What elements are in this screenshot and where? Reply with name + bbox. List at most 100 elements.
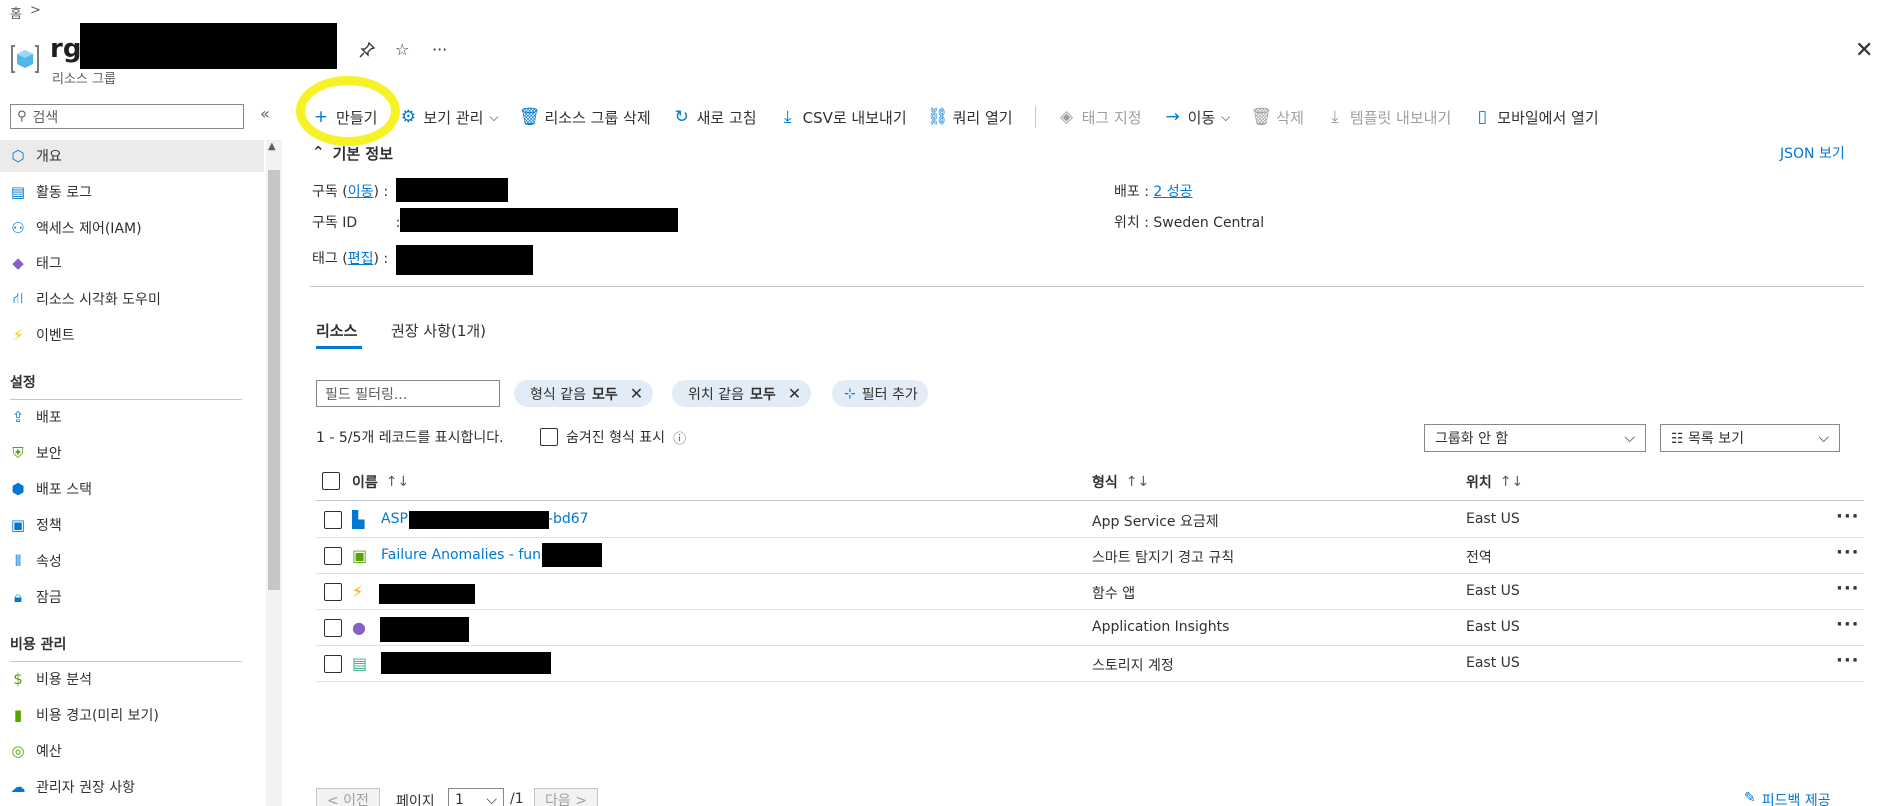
redacted-title [80, 23, 337, 69]
sidebar-item-visualizer[interactable]: ⛙ 리소스 시각화 도우미 [0, 283, 264, 315]
more-icon[interactable]: ··· [1836, 542, 1860, 563]
feedback-label: 피드백 제공 [1761, 793, 1831, 806]
essentials-toggle[interactable]: ⌃ 기본 정보 [312, 143, 393, 164]
location-filter-pill[interactable]: 위치 같음 모두 ✕ [672, 380, 812, 407]
sidebar-item-label: 이벤트 [36, 328, 75, 344]
sidebar-item-policies[interactable]: ▣ 정책 [0, 509, 264, 541]
more-icon[interactable]: ··· [1836, 578, 1860, 599]
row-checkbox[interactable] [324, 583, 342, 601]
delete-button[interactable]: 🗑︎ 삭제 [1250, 107, 1304, 128]
export-template-button[interactable]: ⤓ 템플릿 내보내기 [1326, 107, 1451, 128]
row-checkbox[interactable] [324, 655, 342, 673]
tags-edit-link[interactable]: 편집 [348, 251, 374, 267]
open-query-button[interactable]: ⛓ 쿼리 열기 [927, 107, 1013, 128]
refresh-button[interactable]: ↻ 새로 고침 [673, 107, 757, 128]
next-page-button[interactable]: 다음 > [534, 788, 598, 806]
breadcrumb-home[interactable]: 홈 [10, 3, 22, 22]
sort-icon: ↑↓ [1499, 474, 1524, 490]
tab-recommendations[interactable]: 권장 사항(1개) [391, 320, 486, 341]
open-mobile-label: 모바일에서 열기 [1497, 108, 1599, 127]
deployments-label: 배포 [1114, 184, 1140, 200]
name-prefix: ASP [381, 511, 408, 527]
iam-icon: ⚇ [11, 219, 25, 237]
star-icon[interactable]: ☆ [395, 40, 409, 59]
colon: : [383, 184, 389, 200]
gear-icon: ⚙ [400, 107, 417, 127]
add-filter-button[interactable]: ⊹ 필터 추가 [832, 380, 928, 407]
column-header-location[interactable]: 위치 ↑↓ [1466, 472, 1523, 492]
sidebar-item-cost-alerts[interactable]: ▮ 비용 경고(미리 보기) [0, 699, 264, 731]
delete-label: 삭제 [1276, 108, 1304, 127]
type-filter-pill[interactable]: 형식 같음 모두 ✕ [514, 380, 654, 407]
open-mobile-button[interactable]: ▯ 모바일에서 열기 [1473, 107, 1599, 128]
sidebar-item-label: 정책 [36, 518, 62, 534]
sidebar-item-deployment-stacks[interactable]: ⬢ 배포 스택 [0, 473, 264, 505]
assign-tags-button[interactable]: ◈ 태그 지정 [1058, 107, 1142, 128]
page-total: /1 [510, 791, 524, 806]
field-filter-input[interactable]: 필드 필터링... [316, 380, 500, 407]
chevron-down-icon: ⌵ [1221, 109, 1231, 124]
delete-rg-label: 리소스 그룹 삭제 [544, 108, 651, 127]
json-view-link[interactable]: JSON 보기 [1780, 143, 1845, 163]
previous-page-button[interactable]: < 이전 [316, 788, 380, 806]
more-icon[interactable]: ··· [1836, 614, 1860, 635]
more-icon[interactable]: ··· [432, 40, 447, 59]
row-checkbox[interactable] [324, 619, 342, 637]
sidebar-section-cost: 비용 관리 [10, 634, 242, 662]
sidebar-item-overview[interactable]: ⬡ 개요 [0, 140, 264, 172]
row-checkbox[interactable] [324, 511, 342, 529]
colon: : [1144, 184, 1149, 200]
view-select[interactable]: ☷ 목록 보기 ⌵ [1660, 424, 1840, 452]
sidebar-scrollbar-thumb[interactable] [268, 170, 280, 590]
page-value: 1 [455, 792, 464, 806]
scroll-up-icon[interactable]: ▲ [268, 141, 276, 152]
sidebar-item-properties[interactable]: ⦀ 속성 [0, 545, 264, 577]
sidebar-item-tags[interactable]: ◆ 태그 [0, 247, 264, 279]
column-header-name[interactable]: 이름 ↑↓ [352, 472, 409, 492]
select-all-checkbox[interactable] [322, 472, 340, 490]
column-header-type[interactable]: 형식 ↑↓ [1092, 472, 1149, 492]
more-icon[interactable]: ··· [1836, 650, 1860, 671]
tags-row: 태그 (편집) : [312, 251, 389, 267]
manage-view-button[interactable]: ⚙ 보기 관리 ⌵ [399, 107, 499, 128]
deployments-link[interactable]: 2 성공 [1153, 184, 1192, 200]
show-hidden-checkbox[interactable] [540, 428, 558, 446]
info-icon[interactable]: ⓘ [673, 428, 686, 447]
more-icon[interactable]: ··· [1836, 506, 1860, 527]
delete-resource-group-button[interactable]: 🗑︎ 리소스 그룹 삭제 [519, 107, 651, 128]
sidebar-item-locks[interactable]: 🔒︎ 잠금 [0, 581, 264, 613]
sidebar-item-activity-log[interactable]: ▤ 활동 로그 [0, 176, 264, 208]
manage-view-label: 보기 관리 [423, 108, 484, 127]
grouping-select[interactable]: 그룹화 안 함 ⌵ [1424, 424, 1646, 452]
sidebar-item-advisor[interactable]: ☁ 관리자 권장 사항 [0, 771, 264, 803]
tab-resources[interactable]: 리소스 [316, 320, 357, 341]
sidebar-item-budgets[interactable]: ◎ 예산 [0, 735, 264, 767]
sidebar-item-label: 활동 로그 [36, 185, 92, 201]
sidebar-item-cost-analysis[interactable]: $ 비용 분석 [0, 663, 264, 695]
colon: : [383, 251, 389, 267]
function-app-icon: ⚡ [352, 582, 364, 601]
sidebar-item-deployments[interactable]: ⇪ 배포 [0, 401, 264, 433]
storage-icon: ▤ [352, 654, 368, 673]
close-icon[interactable]: ✕ [630, 384, 643, 403]
sidebar-item-label: 속성 [36, 554, 62, 570]
page-select[interactable]: 1 ⌵ [448, 788, 504, 806]
close-icon[interactable]: ✕ [788, 384, 801, 403]
collapse-sidebar-icon[interactable]: « [260, 104, 270, 123]
sidebar-item-events[interactable]: ⚡ 이벤트 [0, 319, 264, 351]
feedback-link[interactable]: ✎ 피드백 제공 [1744, 790, 1831, 806]
sidebar-item-security[interactable]: ⛨ 보안 [0, 437, 264, 469]
column-type-label: 형식 [1092, 475, 1118, 491]
type-filter-value: 모두 [591, 386, 618, 403]
sort-icon: ↑↓ [385, 474, 410, 490]
export-csv-button[interactable]: ⤓ CSV로 내보내기 [779, 107, 907, 128]
sidebar-item-iam[interactable]: ⚇ 액세스 제어(IAM) [0, 212, 264, 244]
move-button[interactable]: → 이동 ⌵ [1164, 107, 1231, 128]
sidebar-search-input[interactable]: ⚲ 검색 [10, 104, 244, 129]
resource-name-link[interactable]: Failure Anomalies - func [381, 547, 549, 563]
row-checkbox[interactable] [324, 547, 342, 565]
close-icon[interactable]: ✕ [1855, 38, 1873, 63]
assign-tags-label: 태그 지정 [1081, 108, 1142, 127]
subscription-move-link[interactable]: 이동 [348, 184, 374, 200]
pin-icon[interactable] [358, 41, 376, 59]
